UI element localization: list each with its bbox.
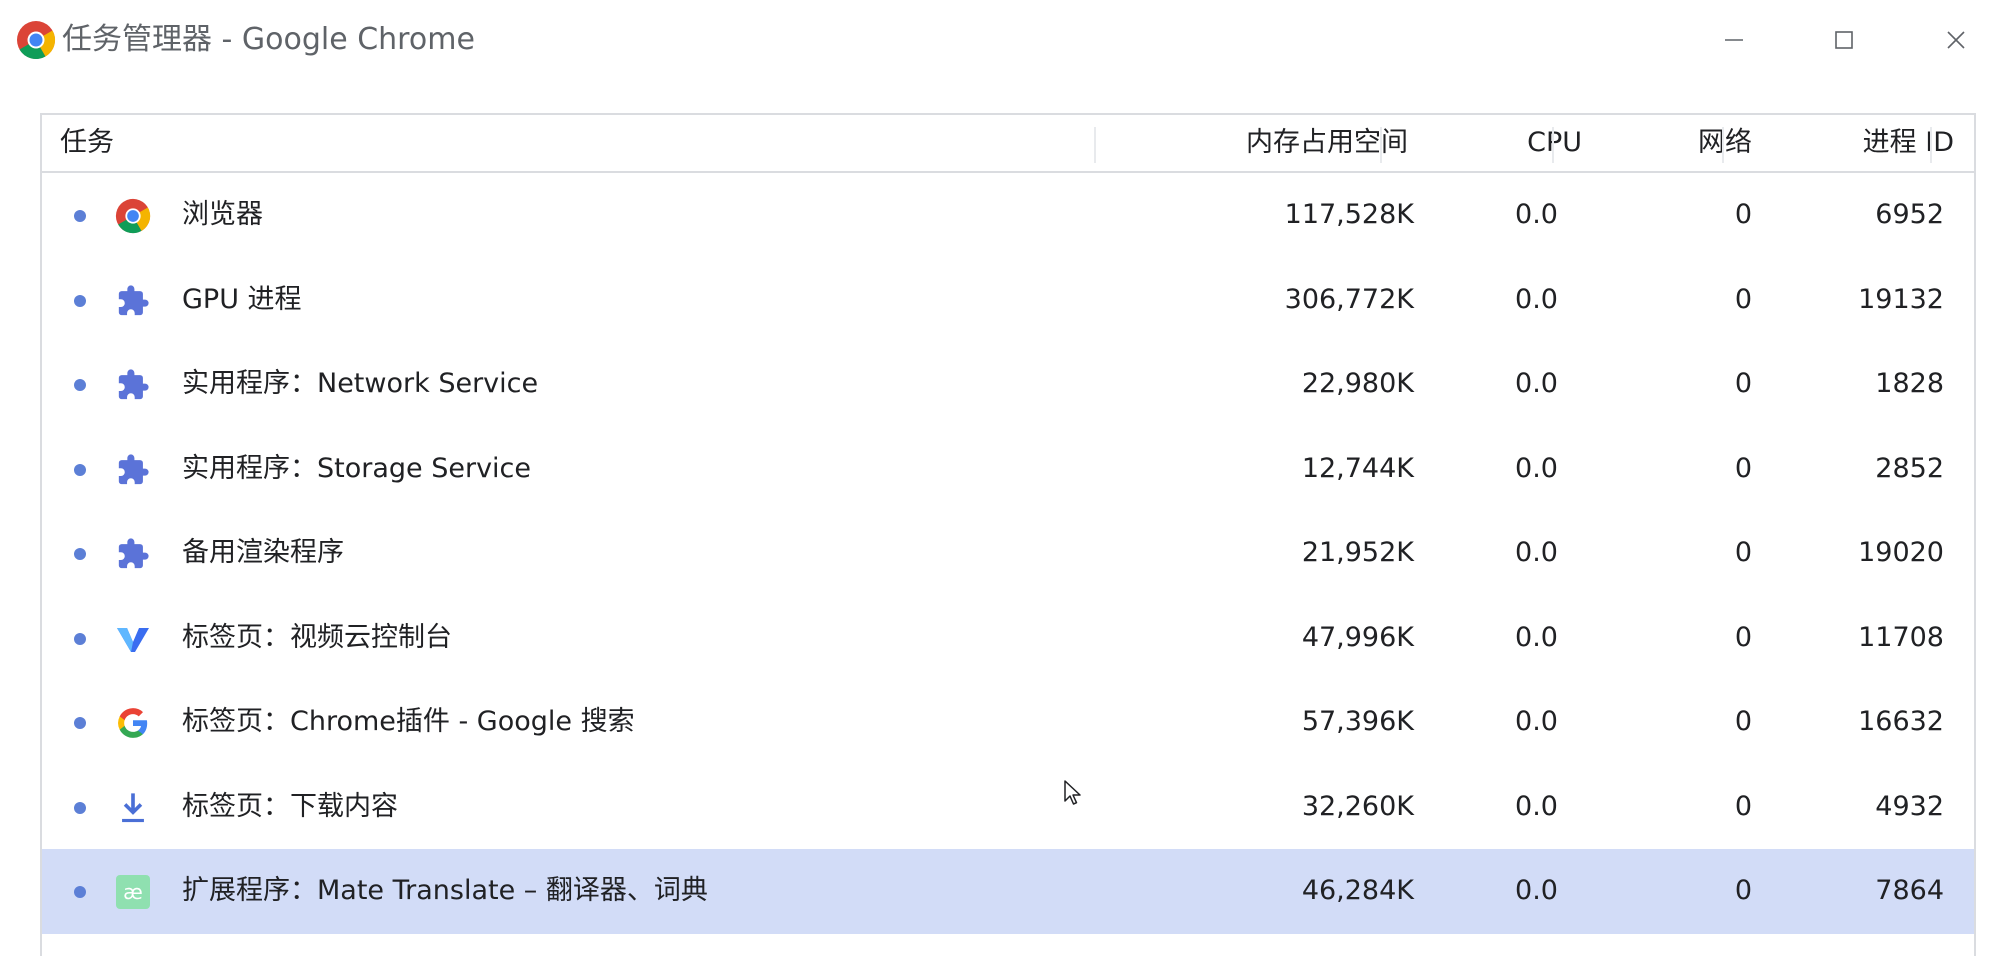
task-name: GPU 进程 xyxy=(182,283,302,315)
cpu-value: 0.0 xyxy=(1515,875,1558,906)
chrome-icon xyxy=(114,197,152,235)
pid-value: 19020 xyxy=(1858,537,1944,568)
network-value: 0 xyxy=(1734,452,1752,484)
pid-value: 2852 xyxy=(1875,452,1944,484)
pid-value: 16632 xyxy=(1858,706,1944,737)
network-value: 0 xyxy=(1734,283,1752,315)
puzzle-icon xyxy=(114,535,152,573)
table-row[interactable]: 浏览器 117,528K 0.0 0 6952 xyxy=(42,173,1974,258)
download-icon xyxy=(114,789,152,827)
chrome-icon xyxy=(16,20,56,60)
column-divider[interactable] xyxy=(1722,127,1724,163)
maximize-button[interactable] xyxy=(1822,18,1866,62)
pid-value: 6952 xyxy=(1875,199,1944,230)
table-row[interactable]: 实用程序：Network Service 22,980K 0.0 0 1828 xyxy=(42,342,1974,427)
network-value: 0 xyxy=(1734,537,1752,568)
table-row-selected[interactable]: æ 扩展程序：Mate Translate – 翻译器、词典 46,284K 0… xyxy=(42,849,1974,934)
network-value: 0 xyxy=(1734,368,1752,399)
memory-value: 306,772K xyxy=(1284,283,1414,315)
column-header-memory[interactable]: 内存占用空间 xyxy=(1102,115,1408,171)
cpu-value: 0.0 xyxy=(1515,368,1558,399)
memory-value: 47,996K xyxy=(1301,621,1414,653)
minimize-icon xyxy=(1723,29,1745,51)
mate-translate-icon: æ xyxy=(114,873,152,911)
row-bullet xyxy=(74,632,86,645)
network-value: 0 xyxy=(1734,706,1752,737)
memory-value: 117,528K xyxy=(1284,199,1414,230)
cpu-value: 0.0 xyxy=(1515,199,1558,230)
column-divider[interactable] xyxy=(1380,127,1382,163)
row-bullet xyxy=(74,210,86,222)
pid-value: 11708 xyxy=(1858,621,1944,653)
cpu-value: 0.0 xyxy=(1515,621,1558,653)
column-header-cpu[interactable]: CPU xyxy=(1442,115,1582,171)
title-bar: 任务管理器 - Google Chrome xyxy=(0,0,1996,80)
cpu-value: 0.0 xyxy=(1515,452,1558,484)
pid-value: 7864 xyxy=(1875,875,1944,906)
task-name: 备用渲染程序 xyxy=(182,537,344,568)
vod-v-icon xyxy=(114,620,152,658)
cpu-value: 0.0 xyxy=(1515,706,1558,737)
column-divider[interactable] xyxy=(1552,127,1554,163)
task-name: 标签页：视频云控制台 xyxy=(182,621,452,653)
row-bullet xyxy=(74,294,86,307)
puzzle-icon xyxy=(114,451,152,489)
network-value: 0 xyxy=(1734,621,1752,653)
row-bullet xyxy=(74,379,86,391)
table-row[interactable]: 实用程序：Storage Service 12,744K 0.0 0 2852 xyxy=(42,427,1974,512)
table-row[interactable]: 备用渲染程序 21,952K 0.0 0 19020 xyxy=(42,511,1974,596)
memory-value: 22,980K xyxy=(1301,368,1414,399)
memory-value: 21,952K xyxy=(1301,537,1414,568)
task-name: 扩展程序：Mate Translate – 翻译器、词典 xyxy=(182,875,708,906)
close-icon xyxy=(1945,29,1967,51)
task-name: 实用程序：Storage Service xyxy=(182,452,532,484)
svg-text:æ: æ xyxy=(123,880,143,904)
column-header-task[interactable]: 任务 xyxy=(60,115,114,171)
memory-value: 32,260K xyxy=(1301,790,1414,822)
mouse-cursor-icon xyxy=(1063,779,1083,807)
column-divider[interactable] xyxy=(1930,127,1932,163)
task-manager-window: 任务管理器 - Google Chrome 任务 内存占用空间 CPU 网络 进… xyxy=(0,0,1996,956)
task-name: 标签页：下载内容 xyxy=(182,790,398,822)
maximize-icon xyxy=(1833,29,1855,51)
cpu-value: 0.0 xyxy=(1515,537,1558,568)
table-row[interactable]: 标签页：下载内容 32,260K 0.0 0 4932 xyxy=(42,765,1974,850)
table-row[interactable]: 标签页：Chrome插件 - Google 搜索 57,396K 0.0 0 1… xyxy=(42,680,1974,765)
row-bullet xyxy=(74,886,86,898)
row-bullet xyxy=(74,548,86,560)
memory-value: 57,396K xyxy=(1301,706,1414,737)
column-header-pid[interactable]: 进程 ID xyxy=(1762,115,1954,171)
column-divider[interactable] xyxy=(1094,127,1096,163)
table-body: 浏览器 117,528K 0.0 0 6952 GPU 进程 306,772K … xyxy=(42,173,1974,934)
row-bullet xyxy=(74,801,86,814)
row-bullet xyxy=(74,463,86,476)
close-button[interactable] xyxy=(1934,18,1978,62)
network-value: 0 xyxy=(1734,790,1752,822)
network-value: 0 xyxy=(1734,875,1752,906)
pid-value: 19132 xyxy=(1858,283,1944,315)
table-row[interactable]: 标签页：视频云控制台 47,996K 0.0 0 11708 xyxy=(42,596,1974,681)
task-name: 标签页：Chrome插件 - Google 搜索 xyxy=(182,706,635,737)
cpu-value: 0.0 xyxy=(1515,283,1558,315)
puzzle-icon xyxy=(114,282,152,320)
table-header: 任务 内存占用空间 CPU 网络 进程 ID xyxy=(42,115,1974,173)
minimize-button[interactable] xyxy=(1712,18,1756,62)
pid-value: 4932 xyxy=(1875,790,1944,822)
puzzle-icon xyxy=(114,366,152,404)
row-bullet xyxy=(74,717,86,729)
memory-value: 46,284K xyxy=(1301,875,1414,906)
table-row[interactable]: GPU 进程 306,772K 0.0 0 19132 xyxy=(42,258,1974,343)
cpu-value: 0.0 xyxy=(1515,790,1558,822)
task-name: 实用程序：Network Service xyxy=(182,368,539,399)
window-title: 任务管理器 - Google Chrome xyxy=(62,22,475,57)
process-table: 任务 内存占用空间 CPU 网络 进程 ID 浏览器 117,528K 0.0 … xyxy=(40,113,1976,956)
task-name: 浏览器 xyxy=(182,199,263,230)
column-header-network[interactable]: 网络 xyxy=(1602,115,1752,171)
google-g-icon xyxy=(114,704,152,742)
memory-value: 12,744K xyxy=(1301,452,1414,484)
network-value: 0 xyxy=(1734,199,1752,230)
pid-value: 1828 xyxy=(1875,368,1944,399)
